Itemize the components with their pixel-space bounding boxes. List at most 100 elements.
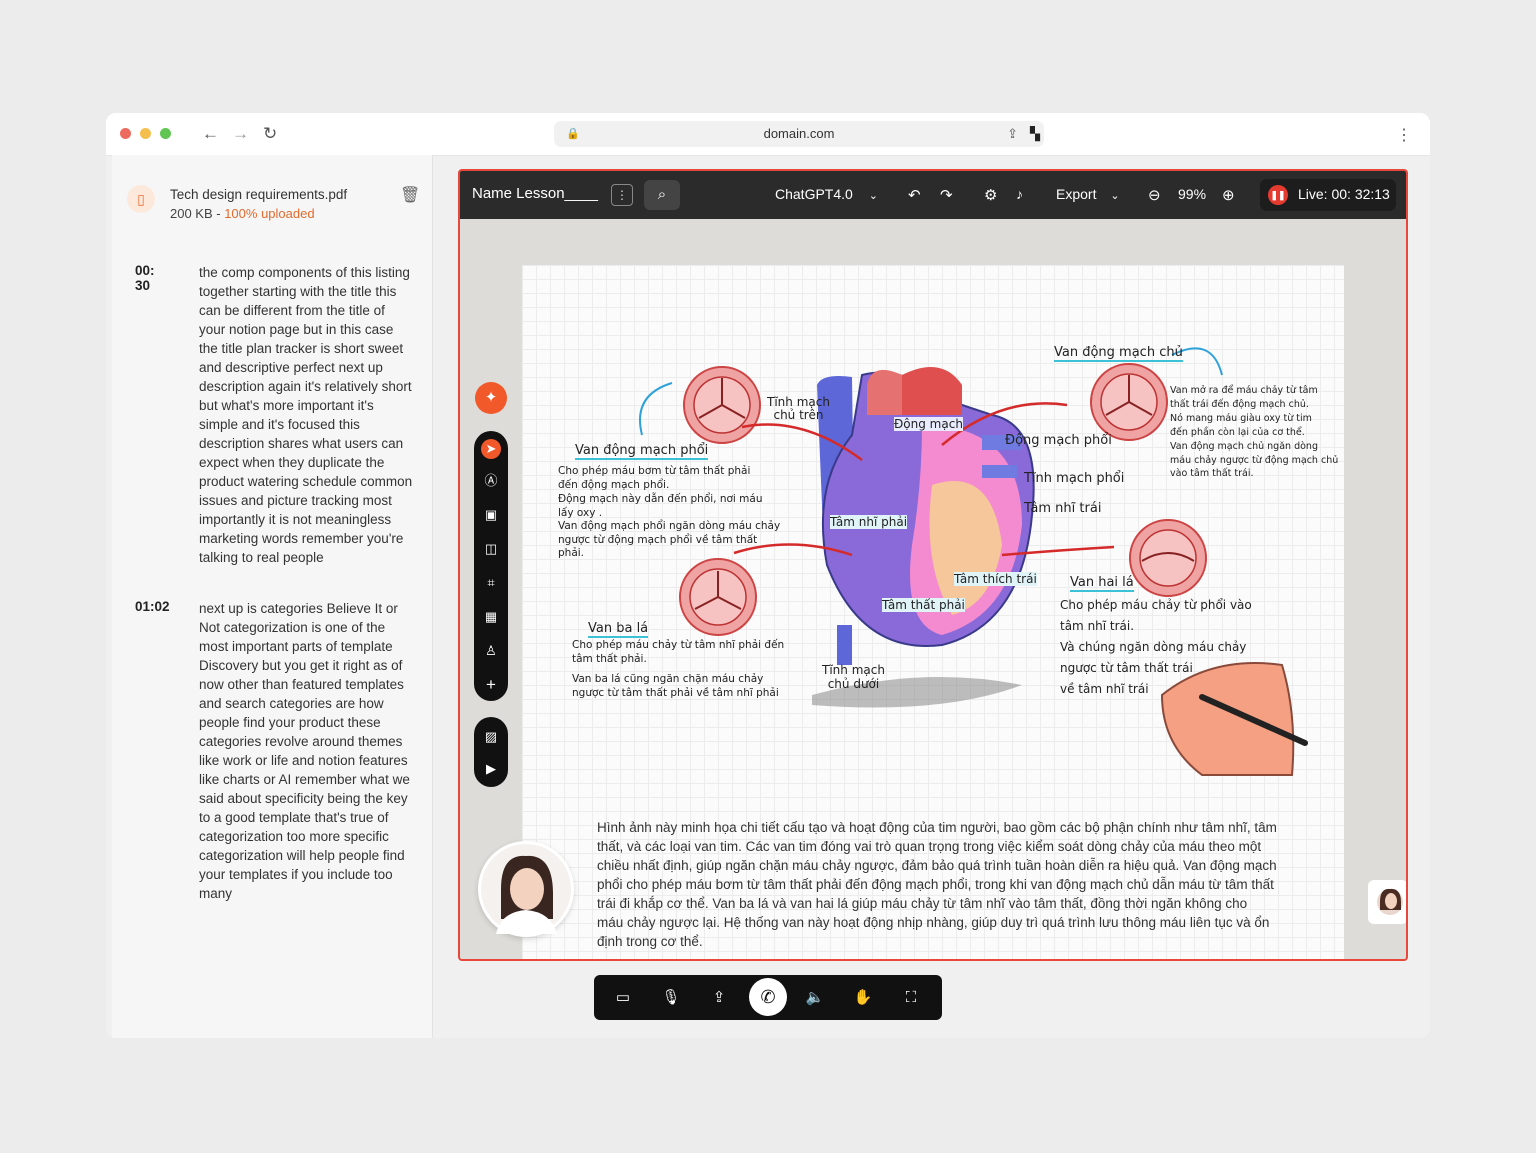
tricuspid-valve-note-1: Cho phép máu chảy từ tâm nhĩ phải đến tâ…	[572, 639, 785, 665]
video-icon[interactable]: ▶	[481, 759, 501, 779]
mitral-valve-note-2: Và chúng ngăn dòng máu chảy ngược từ tâm…	[1060, 640, 1247, 696]
sticky-note-icon[interactable]: ▣	[481, 505, 501, 525]
export-button[interactable]: Export ⌄	[1056, 186, 1120, 202]
label-aorta: Động mạch	[894, 417, 963, 431]
maximize-window-button[interactable]	[160, 128, 171, 139]
table-tool-icon[interactable]: ▦	[481, 607, 501, 627]
lesson-name[interactable]: Name Lesson____	[472, 185, 598, 202]
label-right-ventricle: Tâm thất phải	[882, 598, 965, 612]
label-pulmonary-artery: Động mạch phổi	[1005, 433, 1112, 448]
pulmonary-valve-drawing	[683, 366, 761, 444]
lesson-toolbar: Name Lesson____ ⋮ ⌕ ChatGPT4.0 ⌄ ↶ ↷ ⚙ ♪…	[460, 171, 1406, 219]
tricuspid-valve-note-2: Van ba lá cũng ngăn chặn máu chảy ngược …	[572, 673, 779, 699]
url-text: domain.com	[763, 126, 835, 141]
text-tool-icon[interactable]: Ⓐ	[481, 471, 501, 491]
segment-text: the comp components of this listing toge…	[199, 265, 413, 565]
frame-tool-icon[interactable]: ⌗	[481, 573, 501, 593]
file-name[interactable]: Tech design requirements.pdf	[170, 187, 347, 202]
file-size: 200 KB -	[170, 206, 225, 221]
transcript-panel: ▯ Tech design requirements.pdf 200 KB - …	[112, 155, 433, 1038]
phone-icon: ✆	[760, 987, 776, 1007]
image-icon[interactable]: ▨	[481, 727, 501, 747]
browser-window: ← → ↻ 🔒 domain.com ⇪ ▚ ⋮ ▯ Tech design r…	[106, 113, 1430, 1038]
live-timer: Live: 00: 32:13	[1298, 186, 1390, 202]
close-window-button[interactable]	[120, 128, 131, 139]
live-indicator[interactable]: ❚❚ Live: 00: 32:13	[1260, 179, 1396, 211]
fullscreen-icon[interactable]: ⛶	[900, 987, 922, 1009]
media-toolbar: ▨ ▶	[474, 717, 508, 787]
phone-call-button[interactable]: ✆	[749, 978, 787, 1016]
shapes-icon[interactable]: ◫	[481, 539, 501, 559]
share-screen-icon[interactable]: ⇪	[708, 987, 730, 1009]
lesson-page: Tĩnh mạch chủ trên Động mạch Động mạch p…	[522, 265, 1344, 959]
speaker-icon[interactable]: 🔈	[804, 987, 826, 1009]
chevron-down-icon: ⌄	[868, 190, 878, 202]
participant-avatar	[1377, 888, 1403, 915]
file-meta: 200 KB - 100% uploaded	[170, 206, 315, 221]
pulmonary-valve-note-2: Động mạch này dẫn đến phổi, nơi máu lấy …	[558, 493, 763, 519]
label-superior-vena-cava: Tĩnh mạch chủ trên	[767, 395, 830, 422]
call-controls: ▭ 🎙 ⇪ ✆ 🔈 ✋ ⛶	[594, 975, 942, 1020]
settings-gear-icon[interactable]: ⚙	[984, 186, 997, 204]
segment-time[interactable]: 01:02	[135, 599, 170, 614]
drawing-toolbar: ➤ Ⓐ ▣ ◫ ⌗ ▦ ♙ +	[474, 431, 508, 701]
address-bar[interactable]: 🔒 domain.com ⇪ ▚	[554, 121, 1044, 147]
redo-icon[interactable]: ↷	[940, 186, 953, 204]
presenter-camera	[478, 841, 574, 937]
pause-recording-icon[interactable]: ❚❚	[1268, 185, 1288, 205]
pulmonary-valve-title: Van động mạch phổi	[575, 443, 709, 460]
share-icon[interactable]: ⇪	[1007, 121, 1018, 147]
trash-icon[interactable]: 🗑	[400, 185, 420, 205]
pulmonary-valve-note-3: Van động mạch phổi ngăn dòng máu chảy ng…	[558, 520, 781, 559]
forward-arrow-icon[interactable]: →	[232, 124, 249, 144]
tricuspid-valve-title: Van ba lá	[588, 621, 649, 638]
pointer-tool-icon[interactable]: ➤	[481, 439, 501, 459]
aortic-valve-title: Van động mạch chủ	[1054, 345, 1183, 362]
model-label: ChatGPT4.0	[775, 186, 853, 202]
segment-text: next up is categories Believe It or Not …	[199, 601, 410, 901]
presenter-avatar	[481, 844, 571, 934]
search-button[interactable]: ⌕	[644, 180, 680, 210]
label-left-atrium: Tâm nhĩ trái	[1024, 501, 1102, 516]
browser-chrome: ← → ↻ 🔒 domain.com ⇪ ▚ ⋮	[106, 113, 1430, 156]
chevron-down-icon: ⌄	[1110, 190, 1120, 202]
back-arrow-icon[interactable]: ←	[202, 124, 219, 144]
search-icon: ⌕	[657, 186, 667, 203]
lesson-description: Hình ảnh này minh họa chi tiết cấu tạo v…	[597, 820, 1277, 949]
minimize-window-button[interactable]	[140, 128, 151, 139]
model-select[interactable]: ChatGPT4.0 ⌄	[775, 186, 878, 202]
export-label: Export	[1056, 186, 1097, 202]
zoom-out-icon[interactable]: ⊖	[1148, 186, 1161, 204]
mitral-valve-note-1: Cho phép máu chảy từ phổi vào tâm nhĩ tr…	[1060, 598, 1252, 633]
pulmonary-valve-note-1: Cho phép máu bơm từ tâm thất phải đến độ…	[558, 465, 751, 491]
extensions-icon[interactable]: ▚	[1030, 121, 1040, 147]
reload-icon[interactable]: ↻	[263, 124, 277, 144]
stamp-tool-icon[interactable]: ♙	[481, 641, 501, 661]
lesson-canvas: Name Lesson____ ⋮ ⌕ ChatGPT4.0 ⌄ ↶ ↷ ⚙ ♪…	[458, 169, 1408, 961]
aortic-valve-note-3: Van động mạch chủ ngăn dòng máu chảy ngư…	[1170, 441, 1339, 479]
label-inferior-vena-cava: Tĩnh mạch chủ dưới	[822, 663, 885, 691]
label-pulmonary-veins: Tĩnh mạch phổi	[1024, 471, 1125, 486]
lock-icon: 🔒	[566, 128, 580, 140]
aortic-valve-drawing	[1090, 363, 1168, 441]
add-icon[interactable]: +	[481, 675, 501, 695]
undo-icon[interactable]: ↶	[908, 186, 921, 204]
arrow	[639, 382, 673, 436]
camera-icon[interactable]: ▭	[612, 987, 634, 1009]
mitral-valve-title: Van hai lá	[1070, 575, 1134, 592]
label-right-atrium: Tâm nhĩ phải	[830, 515, 908, 529]
tricuspid-valve-drawing	[679, 558, 757, 636]
ai-assist-button[interactable]: ✦	[475, 382, 507, 414]
segment-time[interactable]: 00: 30	[135, 263, 155, 293]
music-icon[interactable]: ♪	[1016, 186, 1023, 202]
mitral-valve-drawing	[1129, 519, 1207, 597]
zoom-level: 99%	[1178, 186, 1207, 202]
zoom-in-icon[interactable]: ⊕	[1222, 186, 1235, 204]
upload-status: 100% uploaded	[224, 206, 315, 221]
more-options-icon[interactable]: ⋮	[611, 184, 633, 206]
participant-thumbnail[interactable]	[1368, 880, 1406, 924]
browser-menu-icon[interactable]: ⋮	[1396, 125, 1412, 145]
label-left-ventricle: Tâm thích trái	[954, 572, 1037, 586]
microphone-icon[interactable]: 🎙	[660, 987, 682, 1009]
raise-hand-icon[interactable]: ✋	[852, 987, 874, 1009]
